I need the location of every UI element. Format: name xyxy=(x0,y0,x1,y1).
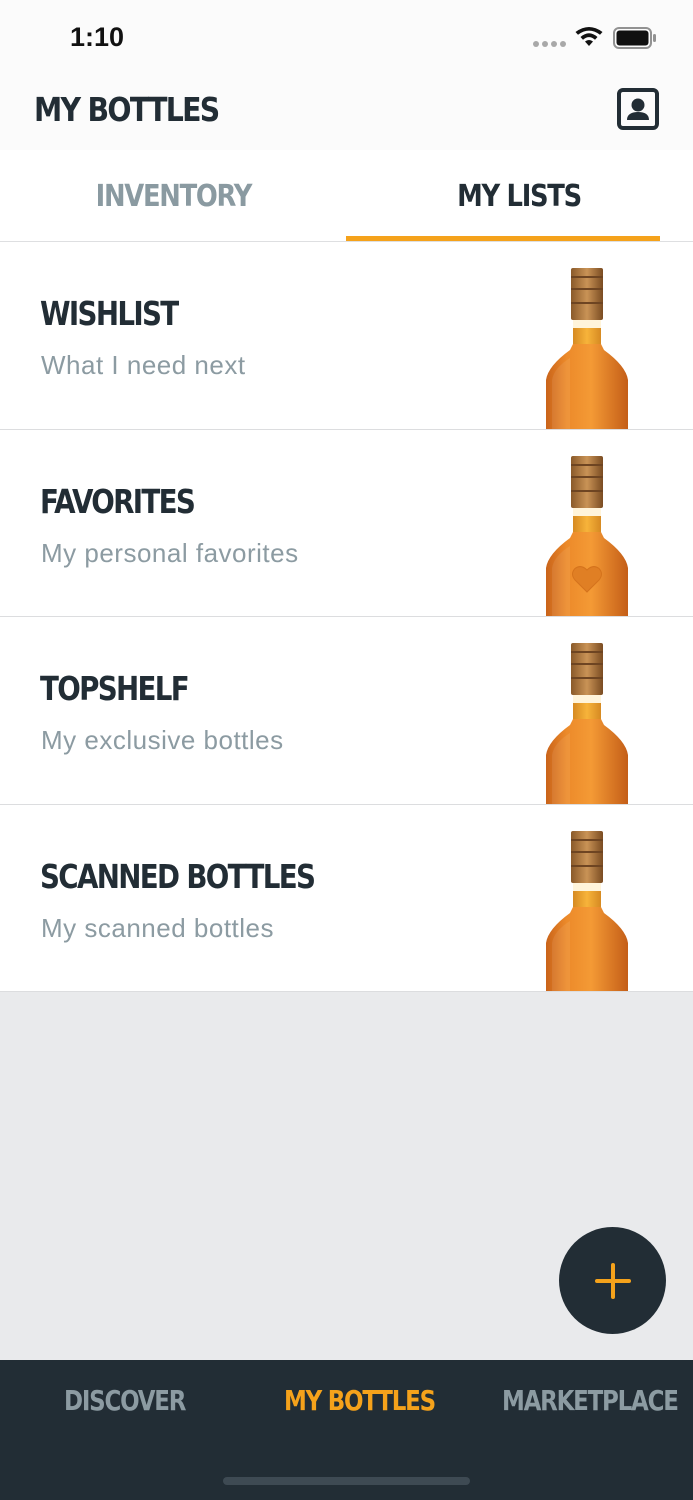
tab-inventory-label: INVENTORY xyxy=(95,178,252,214)
list-item-title: SCANNED BOTTLES xyxy=(40,856,316,896)
status-time: 1:10 xyxy=(70,22,125,52)
list-item-scanned-bottles[interactable]: SCANNED BOTTLES My scanned bottles xyxy=(0,804,693,992)
tab-my-lists-label: MY LISTS xyxy=(457,178,582,214)
plus-icon xyxy=(594,1262,631,1299)
profile-card-icon xyxy=(617,88,659,130)
list-item-subtitle: My exclusive bottles xyxy=(41,725,284,755)
nav-my-bottles[interactable]: MY BOTTLES xyxy=(284,1384,436,1424)
list-item-subtitle: My scanned bottles xyxy=(41,912,275,943)
list-item-title: WISHLIST xyxy=(40,294,179,333)
tab-my-lists[interactable]: MY LISTS xyxy=(346,150,692,242)
status-bar: 1:10 xyxy=(0,0,693,72)
home-indicator xyxy=(223,1477,470,1485)
battery-icon xyxy=(613,27,656,49)
list-item-wishlist[interactable]: WISHLIST What I need next xyxy=(0,242,693,430)
active-tab-indicator xyxy=(346,236,660,241)
lists-container: WISHLIST What I need next FAVORITES My p… xyxy=(0,242,693,992)
cellular-signal-icon xyxy=(533,41,566,47)
bottle-heart-icon xyxy=(546,455,628,617)
bottle-icon xyxy=(546,643,628,804)
list-item-topshelf[interactable]: TOPSHELF My exclusive bottles xyxy=(0,617,693,805)
page-title: MY BOTTLES xyxy=(34,90,220,129)
list-item-title: FAVORITES xyxy=(40,481,196,521)
add-list-button[interactable] xyxy=(559,1227,666,1334)
list-item-favorites[interactable]: FAVORITES My personal favorites xyxy=(0,429,693,617)
nav-marketplace[interactable]: MARKETPLACE xyxy=(502,1384,679,1424)
nav-discover[interactable]: DISCOVER xyxy=(64,1384,186,1424)
list-item-subtitle: My personal favorites xyxy=(41,537,299,568)
profile-button[interactable] xyxy=(617,88,659,130)
app-header: MY BOTTLES xyxy=(0,72,693,150)
wifi-icon xyxy=(575,27,603,46)
bottle-icon xyxy=(546,268,628,429)
list-item-subtitle: What I need next xyxy=(41,350,246,380)
list-item-title: TOPSHELF xyxy=(40,669,190,708)
segment-tabs: INVENTORY MY LISTS xyxy=(0,150,693,242)
bottle-icon xyxy=(546,830,628,992)
tab-inventory[interactable]: INVENTORY xyxy=(0,150,346,242)
